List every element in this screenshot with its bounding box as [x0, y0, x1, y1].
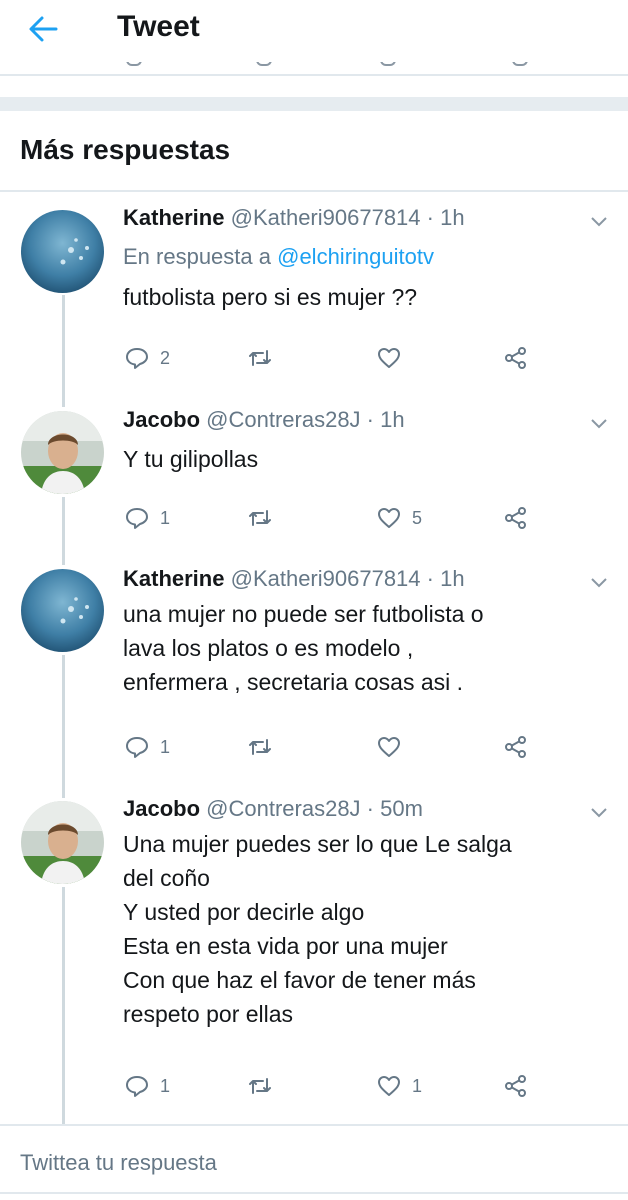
retweet-button[interactable]: [247, 505, 283, 531]
reply-icon-partial: [126, 62, 142, 66]
tweet-text-line: Y usted por decirle algo: [123, 899, 365, 925]
reply-compose-input[interactable]: Twittea tu respuesta: [20, 1150, 217, 1176]
tweet-text-line: respeto por ellas: [123, 1001, 294, 1027]
display-name[interactable]: Jacobo: [123, 796, 200, 821]
tweet-header: Jacobo @Contreras28J · 1h: [123, 407, 405, 433]
heart-icon: [378, 737, 400, 757]
share-icon: [505, 1075, 526, 1097]
tweet-text: Y tu gilipollas: [123, 442, 258, 476]
display-name[interactable]: Katherine: [123, 566, 224, 591]
retweet-button[interactable]: [247, 345, 283, 371]
app-header: Tweet: [0, 0, 628, 62]
reply-count: 1: [160, 507, 171, 528]
heart-icon: [378, 1076, 400, 1096]
share-button[interactable]: [503, 1073, 529, 1099]
handle-and-time: @Contreras28J · 1h: [206, 407, 405, 432]
previous-tweet-actions-edge: [0, 62, 628, 76]
chevron-down-icon[interactable]: [590, 807, 608, 819]
chevron-down-icon[interactable]: [590, 216, 608, 228]
tweet-text-line: Y tu gilipollas: [123, 446, 259, 472]
tweet-header: Katherine @Katheri90677814 · 1h: [123, 566, 465, 592]
reply-button[interactable]: 1: [124, 1073, 170, 1099]
retweet-icon: [249, 510, 271, 526]
tweet-text-line: una mujer no puede ser futbolista o: [123, 601, 484, 627]
reply-prefix: En respuesta a: [123, 244, 278, 269]
tweet-text-line: lava los platos o es modelo ,: [123, 635, 414, 661]
tweet-header: Jacobo @Contreras28J · 50m: [123, 796, 423, 822]
thread-line: [62, 655, 65, 798]
retweet-icon-partial: [256, 62, 272, 66]
tweet-text: Una mujer puedes ser lo que Le salga del…: [123, 827, 512, 1031]
avatar-ocean-image: [21, 569, 104, 652]
avatar-ocean-image: [21, 210, 104, 293]
reply-count: 1: [160, 1075, 171, 1096]
reply-mention-link[interactable]: @elchiringuitotv: [277, 244, 434, 269]
reply-icon: [126, 508, 148, 529]
thread-line: [62, 887, 65, 1124]
chevron-down-icon[interactable]: [590, 577, 608, 589]
section-separator: [0, 97, 628, 111]
reply-icon: [126, 1076, 148, 1097]
avatar-person-image: [21, 411, 104, 494]
heart-icon: [378, 348, 400, 368]
tweet-text-line: Con que haz el favor de tener más: [123, 967, 476, 993]
like-count: 5: [412, 507, 423, 528]
page-title: Tweet: [117, 10, 200, 43]
tweet-text-line: futbolista pero si es mujer ??: [123, 284, 418, 310]
reply-context: En respuesta a @elchiringuitotv: [123, 244, 434, 270]
retweet-icon: [249, 350, 271, 366]
tweet-text: una mujer no puede ser futbolista o lava…: [123, 597, 484, 699]
reply-icon: [126, 348, 148, 369]
retweet-button[interactable]: [247, 734, 283, 760]
reply-icon: [126, 737, 148, 758]
reply-button[interactable]: 1: [124, 734, 170, 760]
share-icon: [505, 736, 526, 758]
divider: [0, 1124, 628, 1126]
handle-and-time: @Katheri90677814 · 1h: [230, 205, 465, 230]
like-count: 1: [412, 1075, 423, 1096]
divider: [0, 1192, 628, 1194]
reply-button[interactable]: 1: [124, 505, 170, 531]
handle-and-time: @Katheri90677814 · 1h: [230, 566, 465, 591]
tweet-text: futbolista pero si es mujer ??: [123, 280, 417, 314]
reply-count: 1: [160, 736, 171, 757]
avatar-person-image: [21, 801, 104, 884]
thread-line: [62, 295, 65, 407]
back-arrow-icon[interactable]: [26, 12, 60, 46]
heart-icon: [378, 508, 400, 528]
tweet-header: Katherine @Katheri90677814 · 1h: [123, 205, 465, 231]
share-button[interactable]: [503, 505, 529, 531]
like-button[interactable]: [376, 734, 412, 760]
avatar[interactable]: [21, 210, 104, 293]
like-icon-partial: [380, 62, 396, 66]
tweet-text-line: enfermera , secretaria cosas asi .: [123, 669, 464, 695]
tweet-text-line: Esta en esta vida por una mujer: [123, 933, 448, 959]
share-button[interactable]: [503, 345, 529, 371]
reply-count: 2: [160, 347, 171, 368]
thread-line: [62, 497, 65, 565]
tweet-text-line: del coño: [123, 865, 210, 891]
avatar[interactable]: [21, 411, 104, 494]
share-icon: [505, 347, 526, 369]
tweet-text-line: Una mujer puedes ser lo que Le salga: [123, 831, 512, 857]
like-button[interactable]: 5: [376, 505, 422, 531]
chevron-down-icon[interactable]: [590, 418, 608, 430]
share-icon-partial: [512, 62, 528, 66]
handle-and-time: @Contreras28J · 50m: [206, 796, 423, 821]
avatar[interactable]: [21, 569, 104, 652]
display-name[interactable]: Jacobo: [123, 407, 200, 432]
avatar[interactable]: [21, 801, 104, 884]
display-name[interactable]: Katherine: [123, 205, 224, 230]
share-button[interactable]: [503, 734, 529, 760]
share-icon: [505, 507, 526, 529]
like-button[interactable]: [376, 345, 412, 371]
retweet-icon: [249, 1078, 271, 1094]
divider: [0, 190, 628, 192]
reply-button[interactable]: 2: [124, 345, 170, 371]
retweet-icon: [249, 739, 271, 755]
like-button[interactable]: 1: [376, 1073, 422, 1099]
more-replies-heading: Más respuestas: [20, 134, 231, 165]
retweet-button[interactable]: [247, 1073, 283, 1099]
